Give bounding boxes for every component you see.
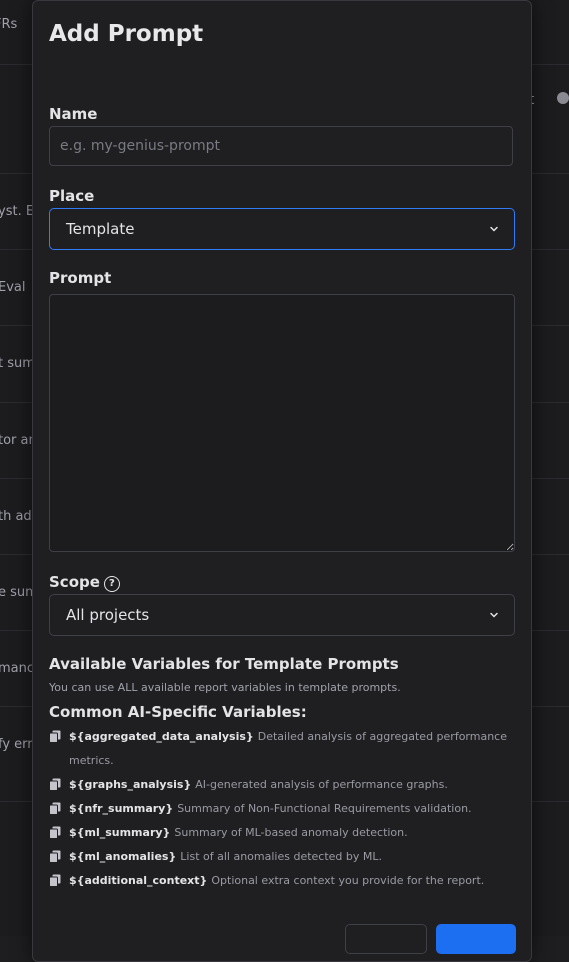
copy-icon[interactable]: [49, 826, 61, 839]
place-select-value: Template: [66, 220, 135, 238]
background-row-text: yst. E: [0, 204, 35, 219]
variable-description: Summary of ML-based anomaly detection.: [174, 826, 408, 839]
copy-icon[interactable]: [49, 874, 61, 887]
variable-description: AI-generated analysis of performance gra…: [195, 778, 448, 791]
variable-description: List of all anomalies detected by ML.: [180, 850, 383, 863]
variable-item: ${aggregated_data_analysis} Detailed anal…: [49, 725, 509, 773]
scope-select-value: All projects: [66, 606, 150, 624]
variable-code: ${additional_context}: [69, 874, 208, 887]
background-radio[interactable]: [557, 92, 569, 104]
scope-label: Scope: [49, 573, 100, 591]
variable-description: Optional extra context you provide for t…: [211, 874, 485, 887]
cancel-button[interactable]: [345, 924, 427, 954]
chevron-down-icon: [490, 226, 498, 232]
question-circle-icon[interactable]: ?: [103, 576, 120, 592]
scope-select[interactable]: All projects: [49, 594, 515, 636]
prompt-textarea[interactable]: [49, 294, 515, 552]
variable-code: ${aggregated_data_analysis}: [69, 730, 254, 743]
copy-icon[interactable]: [49, 730, 61, 743]
prompt-label: Prompt: [49, 269, 112, 287]
background-row-text: Eval: [0, 280, 26, 295]
variables-section-title: Available Variables for Template Prompts: [49, 655, 399, 673]
modal-title: Add Prompt: [49, 21, 204, 47]
chevron-down-icon: [490, 612, 498, 618]
variable-item: ${nfr_summary} Summary of Non-Functional …: [49, 797, 509, 821]
variable-item: ${ml_anomalies} List of all anomalies det…: [49, 845, 509, 869]
name-label: Name: [49, 105, 98, 123]
variable-code: ${ml_anomalies}: [69, 850, 177, 863]
variable-code: ${graphs_analysis}: [69, 778, 192, 791]
variable-item: ${ml_summary} Summary of ML-based anomaly…: [49, 821, 509, 845]
submit-button[interactable]: [436, 924, 516, 954]
variable-list: ${aggregated_data_analysis} Detailed anal…: [49, 725, 509, 893]
background-header-text: FRs: [0, 17, 18, 32]
place-label: Place: [49, 187, 95, 205]
scope-label-row: Scope?: [49, 573, 120, 592]
background-row-text: manc: [0, 661, 35, 676]
place-select[interactable]: Template: [49, 208, 515, 250]
copy-icon[interactable]: [49, 778, 61, 791]
variable-item: ${graphs_analysis} AI-generated analysis …: [49, 773, 509, 797]
name-input[interactable]: [49, 126, 513, 166]
common-variables-title: Common AI-Specific Variables:: [49, 703, 307, 721]
add-prompt-modal: Add Prompt Name Place Template Prompt Sc…: [32, 0, 532, 962]
variable-code: ${nfr_summary}: [69, 802, 174, 815]
variables-note: You can use ALL available report variabl…: [49, 681, 401, 694]
copy-icon[interactable]: [49, 850, 61, 863]
background-row-text: t sum: [0, 356, 35, 371]
variable-description: Summary of Non-Functional Requirements v…: [177, 802, 472, 815]
variable-item: ${additional_context} Optional extra cont…: [49, 869, 509, 893]
variable-code: ${ml_summary}: [69, 826, 171, 839]
copy-icon[interactable]: [49, 802, 61, 815]
